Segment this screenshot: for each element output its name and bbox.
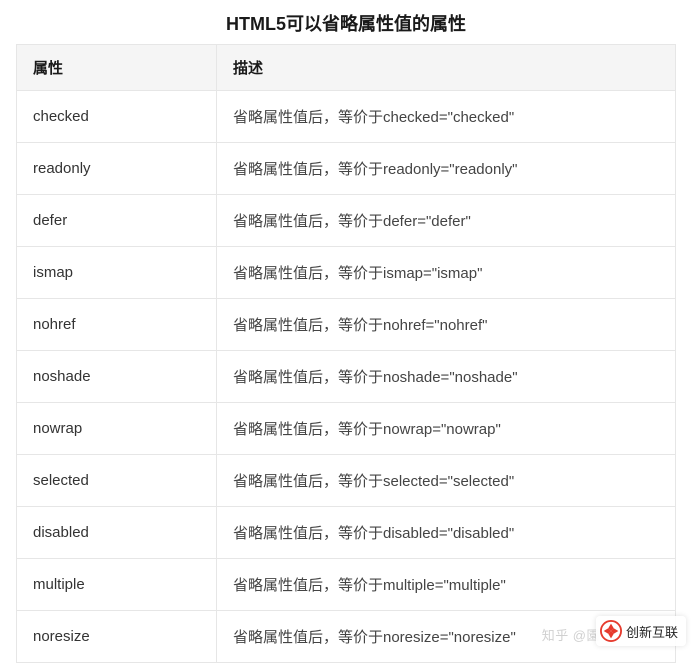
cell-attribute: nohref <box>17 299 217 351</box>
table-row: readonly 省略属性值后，等价于readonly="readonly" <box>17 143 676 195</box>
cell-attribute: checked <box>17 91 217 143</box>
cell-attribute: multiple <box>17 559 217 611</box>
cell-attribute: noshade <box>17 351 217 403</box>
table-row: nohref 省略属性值后，等价于nohref="nohref" <box>17 299 676 351</box>
cell-description: 省略属性值后，等价于defer="defer" <box>217 195 676 247</box>
table-row: nowrap 省略属性值后，等价于nowrap="nowrap" <box>17 403 676 455</box>
cell-description: 省略属性值后，等价于readonly="readonly" <box>217 143 676 195</box>
brand-logo-icon <box>600 620 622 642</box>
table-row: disabled 省略属性值后，等价于disabled="disabled" <box>17 507 676 559</box>
table-header-row: 属性 描述 <box>17 45 676 91</box>
cell-attribute: defer <box>17 195 217 247</box>
brand-text: 创新互联 <box>626 622 678 641</box>
cell-description: 省略属性值后，等价于disabled="disabled" <box>217 507 676 559</box>
cell-description: 省略属性值后，等价于selected="selected" <box>217 455 676 507</box>
column-header-attribute: 属性 <box>17 45 217 91</box>
cell-description: 省略属性值后，等价于ismap="ismap" <box>217 247 676 299</box>
cell-description: 省略属性值后，等价于noshade="noshade" <box>217 351 676 403</box>
table-row: defer 省略属性值后，等价于defer="defer" <box>17 195 676 247</box>
table-row: noresize 省略属性值后，等价于noresize="noresize" <box>17 611 676 663</box>
cell-attribute: nowrap <box>17 403 217 455</box>
cell-attribute: noresize <box>17 611 217 663</box>
table-row: noshade 省略属性值后，等价于noshade="noshade" <box>17 351 676 403</box>
cell-description: 省略属性值后，等价于checked="checked" <box>217 91 676 143</box>
column-header-description: 描述 <box>217 45 676 91</box>
attributes-table: 属性 描述 checked 省略属性值后，等价于checked="checked… <box>16 44 676 663</box>
table-row: checked 省略属性值后，等价于checked="checked" <box>17 91 676 143</box>
table-row: ismap 省略属性值后，等价于ismap="ismap" <box>17 247 676 299</box>
table-row: selected 省略属性值后，等价于selected="selected" <box>17 455 676 507</box>
brand-badge: 创新互联 <box>596 616 686 646</box>
cell-attribute: ismap <box>17 247 217 299</box>
cell-attribute: disabled <box>17 507 217 559</box>
table-row: multiple 省略属性值后，等价于multiple="multiple" <box>17 559 676 611</box>
cell-attribute: selected <box>17 455 217 507</box>
cell-attribute: readonly <box>17 143 217 195</box>
cell-description: 省略属性值后，等价于multiple="multiple" <box>217 559 676 611</box>
cell-description: 省略属性值后，等价于nohref="nohref" <box>217 299 676 351</box>
table-container: 属性 描述 checked 省略属性值后，等价于checked="checked… <box>0 44 692 663</box>
cell-description: 省略属性值后，等价于nowrap="nowrap" <box>217 403 676 455</box>
page-title: HTML5可以省略属性值的属性 <box>0 0 692 44</box>
